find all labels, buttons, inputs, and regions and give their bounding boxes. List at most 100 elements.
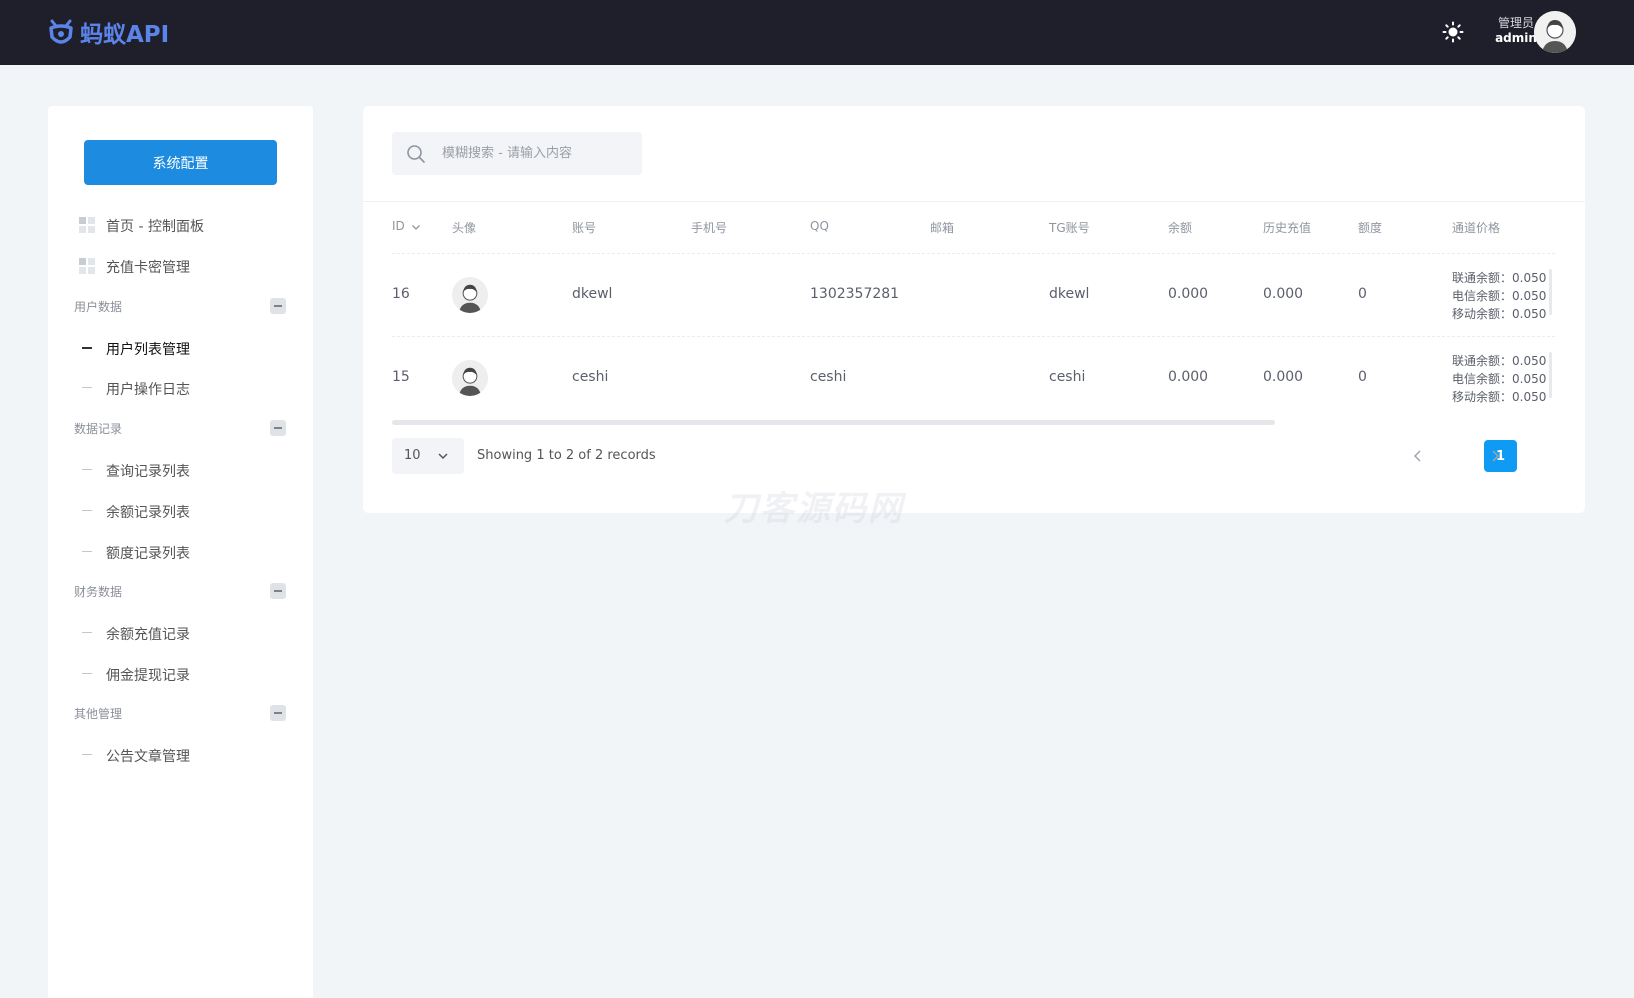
cell-quota: 0 xyxy=(1358,286,1367,302)
cell-id: 15 xyxy=(392,369,410,385)
sidebar-group-user-data[interactable]: 用户数据 xyxy=(48,295,313,317)
price-line: 联通余额：0.050 xyxy=(1452,354,1547,368)
avatar xyxy=(452,360,488,396)
cell-id: 16 xyxy=(392,286,410,302)
sidebar-item-label: 额度记录列表 xyxy=(106,546,190,562)
sidebar-group-other[interactable]: 其他管理 xyxy=(48,702,313,724)
sidebar-item-recharge-cards[interactable]: 充值卡密管理 xyxy=(48,254,313,278)
page-size-select[interactable]: 10 xyxy=(392,438,464,474)
horizontal-scrollbar[interactable] xyxy=(392,420,1275,425)
dash-icon xyxy=(82,632,92,633)
sidebar-item-query-records[interactable]: 查询记录列表 xyxy=(48,458,313,482)
dash-icon xyxy=(82,469,92,470)
user-list-card: ID 头像 账号 手机号 QQ 邮箱 TG账号 余额 历史充值 额度 通道价格 … xyxy=(363,106,1585,513)
user-avatar-icon xyxy=(452,277,488,313)
divider xyxy=(363,201,1585,202)
avatar xyxy=(452,277,488,313)
column-header-label: ID xyxy=(392,219,405,233)
row-divider xyxy=(392,336,1555,337)
cell-channel-price: 联通余额：0.050 电信余额：0.050 移动余额：0.050 xyxy=(1452,352,1546,406)
cell-tg: ceshi xyxy=(1049,369,1086,385)
cell-qq: ceshi xyxy=(810,369,847,385)
dash-icon xyxy=(82,387,92,388)
price-line: 移动余额：0.050 xyxy=(1452,390,1547,404)
search-input[interactable] xyxy=(442,132,632,175)
ant-logo-icon xyxy=(49,19,73,44)
app-logo[interactable]: 蚂蚁API xyxy=(46,15,169,49)
collapse-icon[interactable] xyxy=(270,583,286,599)
cell-channel-price: 联通余额：0.050 电信余额：0.050 移动余额：0.050 xyxy=(1452,269,1546,323)
column-header-phone: 手机号 xyxy=(691,221,728,235)
dashboard-grid-icon xyxy=(79,217,95,233)
column-header-qq: QQ xyxy=(810,219,829,233)
column-header-history: 历史充值 xyxy=(1263,221,1312,235)
sidebar-item-label: 查询记录列表 xyxy=(106,464,190,480)
column-header-tg: TG账号 xyxy=(1049,221,1090,235)
cell-scrollbar[interactable] xyxy=(1549,269,1552,315)
sidebar-item-label: 公告文章管理 xyxy=(106,749,190,765)
column-header-id[interactable]: ID xyxy=(392,219,421,233)
pagination-summary: Showing 1 to 2 of 2 records xyxy=(477,448,656,463)
price-line: 电信余额：0.050 xyxy=(1452,372,1547,386)
logo-text: 蚂蚁API xyxy=(80,22,170,48)
sidebar-group-finance[interactable]: 财务数据 xyxy=(48,580,313,602)
dash-icon xyxy=(82,673,92,674)
user-avatar-icon xyxy=(452,360,488,396)
watermark: 刀客源码网 xyxy=(724,489,904,529)
collapse-icon[interactable] xyxy=(270,298,286,314)
cell-account: dkewl xyxy=(572,286,613,302)
dash-icon xyxy=(82,754,92,755)
price-line: 移动余额：0.050 xyxy=(1452,307,1547,321)
sidebar-item-balance-records[interactable]: 余额记录列表 xyxy=(48,499,313,523)
collapse-icon[interactable] xyxy=(270,705,286,721)
column-header-channel-price: 通道价格 xyxy=(1452,221,1501,235)
group-title: 其他管理 xyxy=(74,707,123,721)
sidebar-item-label: 余额记录列表 xyxy=(106,505,190,521)
system-config-button[interactable]: 系统配置 xyxy=(84,140,277,185)
chevron-down-icon xyxy=(438,453,448,460)
cell-balance: 0.000 xyxy=(1168,369,1209,385)
dashboard-grid-icon xyxy=(79,258,95,274)
search-icon xyxy=(407,145,425,163)
dash-icon xyxy=(82,347,92,349)
sidebar-item-dashboard[interactable]: 首页 - 控制面板 xyxy=(48,213,313,237)
cell-qq: 1302357281 xyxy=(810,286,900,302)
sidebar-item-recharge-records[interactable]: 余额充值记录 xyxy=(48,621,313,645)
cell-quota: 0 xyxy=(1358,369,1367,385)
sidebar-item-label: 余额充值记录 xyxy=(106,627,190,643)
column-header-balance: 余额 xyxy=(1168,221,1193,235)
cell-balance: 0.000 xyxy=(1168,286,1209,302)
sidebar-item-user-logs[interactable]: 用户操作日志 xyxy=(48,376,313,400)
sidebar-item-quota-records[interactable]: 额度记录列表 xyxy=(48,540,313,564)
sidebar-item-label: 佣金提现记录 xyxy=(106,668,190,684)
group-title: 数据记录 xyxy=(74,422,123,436)
group-title: 财务数据 xyxy=(74,585,123,599)
sidebar-item-label: 首页 - 控制面板 xyxy=(106,219,204,235)
sort-chevron-icon xyxy=(411,224,420,230)
group-title: 用户数据 xyxy=(74,300,123,314)
column-header-email: 邮箱 xyxy=(930,221,955,235)
sidebar-group-data-records[interactable]: 数据记录 xyxy=(48,417,313,439)
cell-scrollbar[interactable] xyxy=(1549,352,1552,398)
dash-icon xyxy=(82,510,92,511)
sidebar-item-label: 用户操作日志 xyxy=(106,382,190,398)
cell-tg: dkewl xyxy=(1049,286,1090,302)
collapse-icon[interactable] xyxy=(270,420,286,436)
search-box[interactable] xyxy=(392,132,642,175)
sidebar-item-announcements[interactable]: 公告文章管理 xyxy=(48,743,313,767)
cell-history: 0.000 xyxy=(1263,286,1304,302)
chevron-left-icon[interactable] xyxy=(1408,446,1428,466)
sidebar-item-withdraw-records[interactable]: 佣金提现记录 xyxy=(48,662,313,686)
sidebar-item-user-list[interactable]: 用户列表管理 xyxy=(48,336,313,360)
avatar[interactable] xyxy=(1534,11,1576,53)
price-line: 电信余额：0.050 xyxy=(1452,289,1547,303)
column-header-avatar: 头像 xyxy=(452,221,477,235)
cell-history: 0.000 xyxy=(1263,369,1304,385)
chevron-right-icon[interactable] xyxy=(1485,446,1505,466)
column-header-quota: 额度 xyxy=(1358,221,1383,235)
sun-icon[interactable] xyxy=(1442,21,1464,43)
user-avatar-icon xyxy=(1534,11,1576,53)
sidebar-item-label: 用户列表管理 xyxy=(106,342,190,358)
sidebar-item-label: 充值卡密管理 xyxy=(106,260,190,276)
sidebar: 系统配置 首页 - 控制面板 充值卡密管理 用户数据 用户列表管理 用户操作日志… xyxy=(48,106,313,998)
